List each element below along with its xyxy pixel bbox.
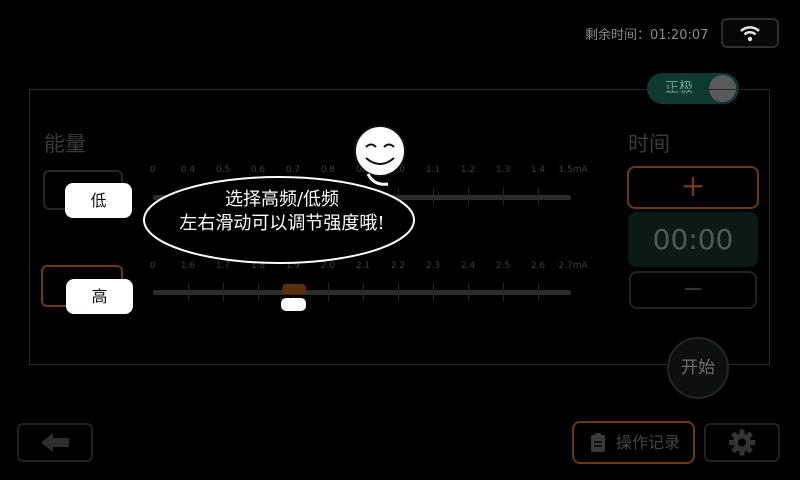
clipboard-icon xyxy=(591,433,605,452)
high-tick: 2.4 xyxy=(460,261,476,271)
time-minus-button[interactable]: − xyxy=(629,271,757,309)
low-tick: 1.1 xyxy=(425,165,441,175)
low-tick: 1.5mA xyxy=(558,165,588,175)
operation-log-button[interactable]: 操作记录 xyxy=(572,421,695,464)
smiley-mascot-icon xyxy=(354,125,406,186)
high-slider-thumb[interactable] xyxy=(281,298,306,311)
low-tick: 1.4 xyxy=(530,165,546,175)
arrow-left-icon xyxy=(41,433,69,452)
high-tick: 2.3 xyxy=(425,261,441,271)
wifi-icon xyxy=(740,26,760,42)
time-display: 00:00 xyxy=(628,212,758,267)
wifi-button[interactable] xyxy=(721,18,779,48)
slider-glow xyxy=(282,284,306,294)
remaining-time: 剩余时间：01:20:07 xyxy=(585,28,709,43)
energy-title: 能量 xyxy=(44,132,86,156)
back-button[interactable] xyxy=(17,423,93,462)
tutorial-line-2: 左右滑动可以调节强度哦! xyxy=(179,213,385,234)
gear-icon xyxy=(729,429,755,456)
time-title: 时间 xyxy=(628,132,670,156)
high-frequency-tag: 高 xyxy=(66,279,133,314)
high-tick: 2.7mA xyxy=(558,261,588,271)
high-tick: 2.6 xyxy=(530,261,546,271)
high-tick: 2.5 xyxy=(495,261,511,271)
start-button[interactable]: 开始 xyxy=(667,337,729,399)
tutorial-line-1: 选择高频/低频 xyxy=(224,189,340,210)
low-frequency-tag: 低 xyxy=(65,183,132,218)
high-frequency-slider[interactable] xyxy=(153,283,571,301)
tutorial-text: 选择高频/低频 左右滑动可以调节强度哦! xyxy=(146,188,418,236)
time-plus-button[interactable]: + xyxy=(627,166,759,209)
operation-log-label: 操作记录 xyxy=(616,433,681,452)
low-tick: 1.3 xyxy=(495,165,511,175)
settings-button[interactable] xyxy=(704,423,780,462)
low-tick: 1.2 xyxy=(460,165,476,175)
